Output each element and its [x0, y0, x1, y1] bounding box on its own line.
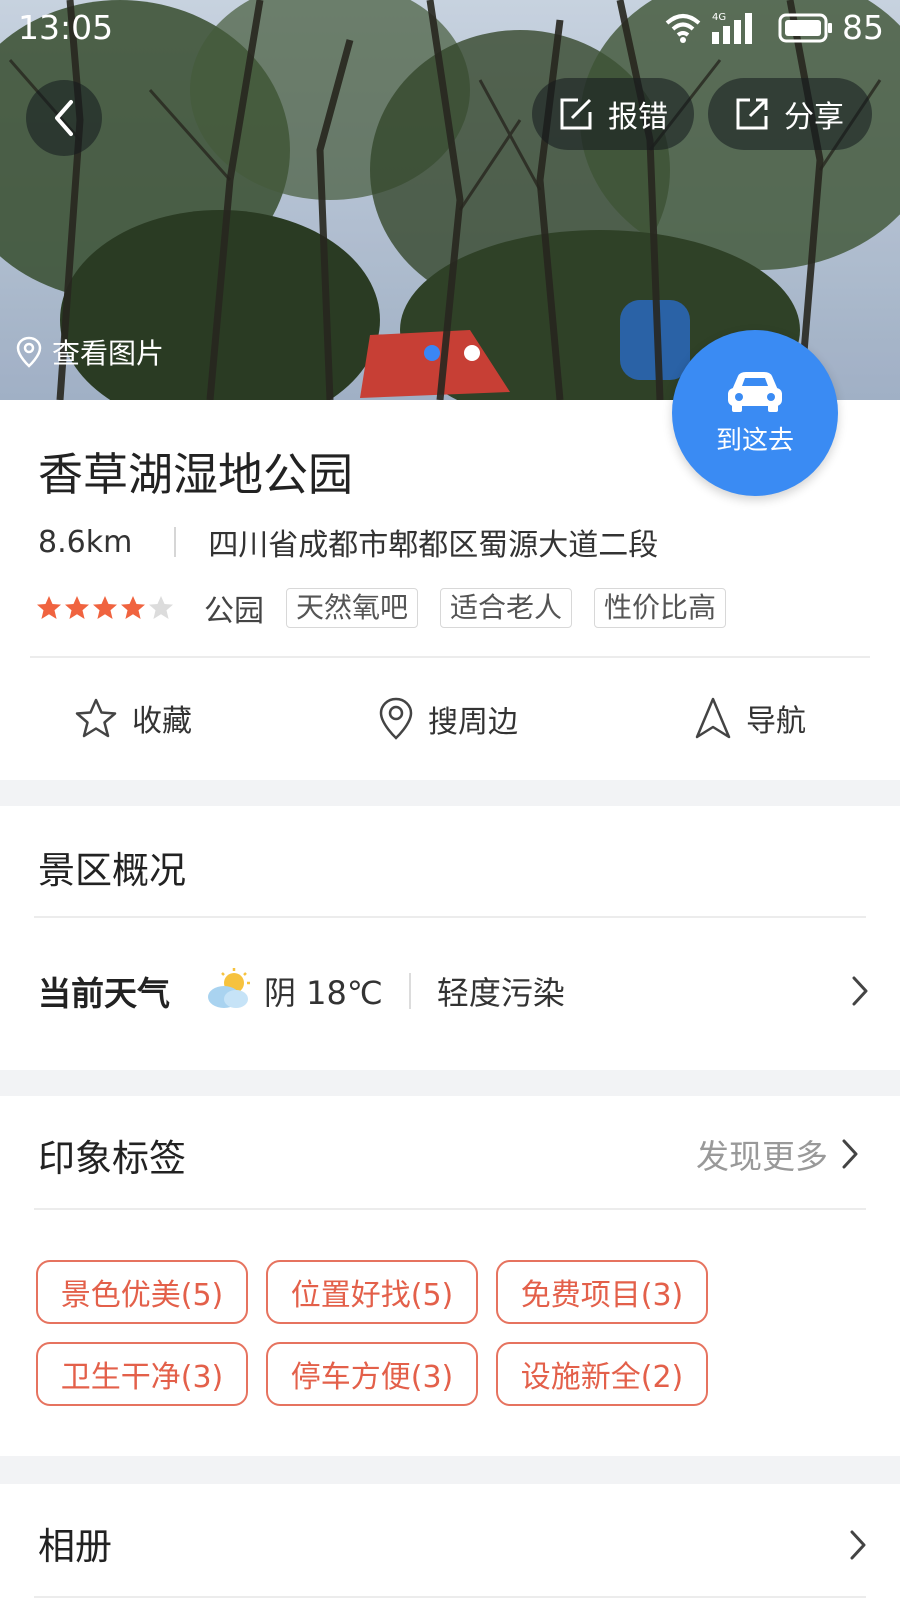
chevron-left-icon — [55, 100, 73, 136]
impression-tag[interactable]: 停车方便(3) — [266, 1342, 478, 1406]
weather-row[interactable]: 当前天气 阴 18℃ 轻度污染 — [38, 956, 868, 1026]
report-label: 报错 — [608, 100, 668, 135]
action-bar: 收藏 搜周边 导航 — [0, 658, 900, 780]
impression-tag[interactable]: 免费项目(3) — [496, 1260, 708, 1324]
place-meta: 8.6km 四川省成都市郫都区蜀源大道二段 — [38, 520, 658, 564]
search-nearby-button[interactable]: 搜周边 — [378, 696, 518, 742]
battery-percent: 85 — [842, 8, 884, 47]
address: 四川省成都市郫都区蜀源大道二段 — [208, 528, 659, 563]
edit-icon — [560, 98, 592, 130]
impression-tag[interactable]: 景色优美(5) — [36, 1260, 248, 1324]
chevron-right-icon — [842, 1139, 858, 1169]
feature-tag: 天然氧吧 — [286, 588, 419, 628]
divider — [34, 1596, 866, 1598]
favorite-label: 收藏 — [132, 704, 192, 739]
chevron-right-icon — [852, 976, 868, 1006]
chevron-right-icon — [850, 1530, 866, 1560]
navigate-button[interactable]: 导航 — [694, 696, 806, 740]
cloudy-sun-icon — [204, 967, 254, 1015]
share-label: 分享 — [784, 100, 844, 135]
air-quality: 轻度污染 — [436, 974, 565, 1012]
share-button[interactable]: 分享 — [708, 78, 872, 150]
album-card[interactable]: 相册 — [0, 1484, 900, 1600]
navigate-label: 导航 — [746, 704, 806, 739]
category-label: 公园 — [204, 594, 264, 629]
discover-more-label: 发现更多 — [696, 1137, 828, 1176]
star-filled-icon — [93, 596, 117, 619]
carousel-dot-active[interactable] — [424, 345, 440, 361]
status-bar: 13:05 4G 85 — [0, 0, 900, 56]
wifi-icon — [664, 12, 702, 51]
signal-icon: 4G — [710, 10, 766, 54]
meta-divider — [174, 527, 177, 557]
location-pin-icon — [379, 697, 413, 740]
view-photos-link[interactable]: 查看图片 — [16, 332, 164, 372]
carousel-dot[interactable] — [464, 345, 480, 361]
scenic-overview-card: 景区概况 当前天气 阴 18℃ 轻度污染 — [0, 806, 900, 1070]
navigation-arrow-icon — [695, 697, 731, 739]
star-empty-icon — [149, 596, 173, 619]
impression-tag-list: 景色优美(5) 位置好找(5) 免费项目(3) 卫生干净(3) 停车方便(3) … — [36, 1260, 736, 1424]
feature-tag: 适合老人 — [440, 588, 573, 628]
nearby-label: 搜周边 — [428, 705, 518, 740]
impression-tag[interactable]: 设施新全(2) — [496, 1342, 708, 1406]
impression-tags-card: 印象标签 发现更多 景色优美(5) 位置好找(5) 免费项目(3) 卫生干净(3… — [0, 1096, 900, 1456]
star-filled-icon — [65, 596, 89, 619]
distance: 8.6km — [38, 524, 133, 560]
weather-condition: 阴 18℃ — [264, 974, 383, 1012]
feature-tag: 性价比高 — [594, 588, 727, 628]
status-time: 13:05 — [18, 8, 114, 47]
network-type: 4G — [712, 12, 726, 23]
go-here-button[interactable]: 到这去 — [672, 330, 838, 496]
discover-more-link[interactable]: 发现更多 — [696, 1130, 860, 1178]
report-error-button[interactable]: 报错 — [532, 78, 694, 150]
place-name: 香草湖湿地公园 — [38, 448, 354, 501]
album-title: 相册 — [38, 1525, 112, 1568]
star-filled-icon — [121, 596, 145, 619]
back-button[interactable] — [26, 80, 102, 156]
car-icon — [728, 371, 782, 412]
impression-tag[interactable]: 卫生干净(3) — [36, 1342, 248, 1406]
star-filled-icon — [37, 596, 61, 619]
weather-divider — [408, 973, 411, 1009]
share-icon — [736, 98, 768, 130]
impression-tag[interactable]: 位置好找(5) — [266, 1260, 478, 1324]
rating-tags-row: 公园 天然氧吧 适合老人 性价比高 — [36, 586, 748, 630]
favorite-button[interactable]: 收藏 — [74, 696, 192, 740]
rating-stars — [36, 595, 176, 621]
location-pin-icon — [16, 336, 42, 368]
go-here-label: 到这去 — [715, 425, 794, 456]
divider — [34, 916, 866, 918]
weather-label: 当前天气 — [38, 974, 170, 1013]
overview-title: 景区概况 — [38, 849, 186, 892]
divider — [34, 1208, 866, 1210]
impressions-title: 印象标签 — [38, 1137, 186, 1180]
battery-icon — [778, 12, 834, 51]
view-photos-label: 查看图片 — [52, 337, 165, 370]
star-outline-icon — [75, 698, 117, 738]
